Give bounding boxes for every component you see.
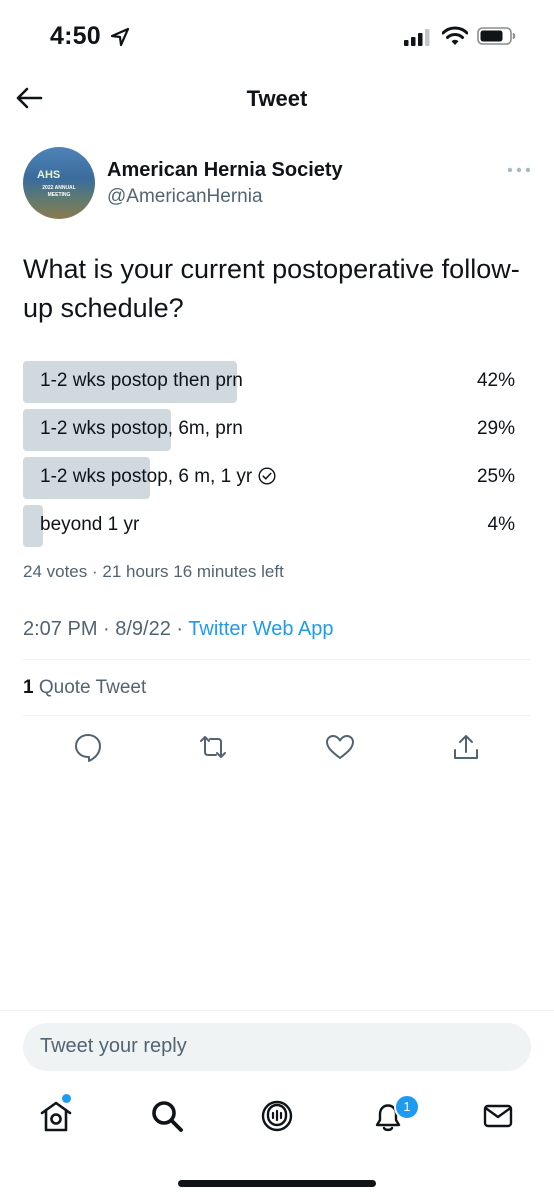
composer-divider bbox=[0, 1010, 554, 1011]
wifi-icon bbox=[442, 26, 468, 45]
tweet-text: What is your current postoperative follo… bbox=[23, 254, 520, 323]
reply-box[interactable]: Tweet your reply bbox=[23, 1023, 531, 1071]
tweet-source-link[interactable]: Twitter Web App bbox=[188, 618, 333, 640]
page-title: Tweet bbox=[246, 86, 308, 111]
notification-count-badge: 1 bbox=[394, 1094, 420, 1120]
poll-option: beyond 1 yr 4% bbox=[23, 505, 515, 547]
divider bbox=[23, 715, 531, 716]
poll-option-percent: 4% bbox=[487, 514, 515, 535]
tweet-timestamp: 2:07 PM · 8/9/22 · Twitter Web App bbox=[23, 618, 334, 641]
home-icon[interactable] bbox=[38, 1098, 74, 1134]
status-time: 4:50 bbox=[50, 22, 101, 50]
location-arrow-icon bbox=[110, 27, 130, 47]
tweet-header: Tweet bbox=[0, 74, 554, 124]
avatar-caption-line-2: MEETING bbox=[47, 192, 71, 198]
home-new-content-dot bbox=[62, 1094, 71, 1103]
quote-count-number: 1 bbox=[23, 677, 34, 698]
poll-votes-and-time-left: 24 votes · 21 hours 16 minutes left bbox=[23, 562, 284, 581]
avatar-logo: AHS bbox=[37, 169, 61, 181]
tweet-time-date: 2:07 PM · 8/9/22 · bbox=[23, 618, 189, 640]
poll-option-label: 1-2 wks postop, 6 m, 1 yr bbox=[40, 466, 276, 488]
author-display-name[interactable]: American Hernia Society bbox=[107, 159, 343, 182]
poll-option: 1-2 wks postop then prn 42% bbox=[23, 361, 515, 403]
home-indicator[interactable] bbox=[178, 1180, 376, 1187]
poll-option: 1-2 wks postop, 6m, prn 29% bbox=[23, 409, 515, 451]
share-icon[interactable] bbox=[450, 731, 482, 763]
divider bbox=[23, 659, 531, 660]
avatar[interactable]: AHS 2022 ANNUAL MEETING bbox=[23, 147, 95, 219]
spaces-icon[interactable] bbox=[259, 1098, 295, 1134]
poll-option-percent: 25% bbox=[476, 466, 515, 487]
poll-option-selected: 1-2 wks postop, 6 m, 1 yr 25% bbox=[23, 457, 515, 499]
battery-icon bbox=[477, 27, 516, 45]
retweet-icon[interactable] bbox=[197, 731, 229, 763]
poll-option-label: 1-2 wks postop, 6m, prn bbox=[40, 418, 243, 439]
search-icon[interactable] bbox=[149, 1098, 185, 1134]
poll-option-label: beyond 1 yr bbox=[40, 514, 140, 535]
poll-option-label-text: 1-2 wks postop, 6 m, 1 yr bbox=[40, 466, 253, 487]
more-options-icon[interactable] bbox=[506, 163, 532, 177]
author-handle[interactable]: @AmericanHernia bbox=[107, 186, 263, 208]
reply-input[interactable]: Tweet your reply bbox=[40, 1035, 187, 1058]
poll-option-percent: 42% bbox=[476, 370, 515, 391]
poll-option-percent: 29% bbox=[476, 418, 515, 439]
status-bar: 4:50 bbox=[0, 0, 554, 70]
messages-icon[interactable] bbox=[480, 1098, 516, 1134]
poll-option-label: 1-2 wks postop then prn bbox=[40, 370, 243, 391]
checkmark-circle-icon bbox=[258, 467, 276, 485]
avatar-caption-line-1: 2022 ANNUAL bbox=[42, 185, 76, 191]
like-icon[interactable] bbox=[324, 731, 356, 763]
quote-tweet-count[interactable]: 1 Quote Tweet bbox=[23, 677, 146, 699]
cellular-signal-icon bbox=[404, 29, 430, 46]
quote-count-label: Quote Tweet bbox=[33, 677, 147, 698]
reply-icon[interactable] bbox=[72, 731, 104, 763]
